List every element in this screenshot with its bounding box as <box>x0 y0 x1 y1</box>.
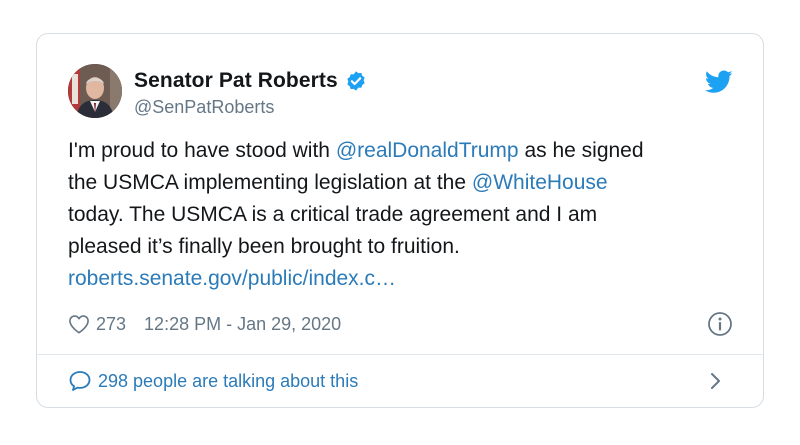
tweet-line: today. The USMCA is a critical trade agr… <box>68 203 598 226</box>
chevron-right-icon[interactable] <box>709 371 723 391</box>
display-name[interactable]: Senator Pat Roberts <box>134 69 338 93</box>
verified-badge-icon <box>345 70 367 92</box>
tweet-line: I'm proud to have stood with @realDonald… <box>68 135 748 167</box>
url-link[interactable]: roberts.senate.gov/public/index.c… <box>68 263 748 295</box>
info-icon[interactable] <box>707 311 733 337</box>
timestamp[interactable]: 12:28 PM - Jan 29, 2020 <box>144 314 341 335</box>
tweet-meta: 273 12:28 PM - Jan 29, 2020 <box>68 310 733 338</box>
twitter-bird-icon[interactable] <box>704 70 733 94</box>
tweet-text-segment: the USMCA implementing legislation at th… <box>68 171 472 194</box>
talking-count[interactable]: 298 people are talking about this <box>98 371 358 392</box>
heart-icon[interactable] <box>68 314 90 334</box>
like-count[interactable]: 273 <box>96 314 126 335</box>
tweet-line: the USMCA implementing legislation at th… <box>68 167 748 199</box>
speech-bubble-icon <box>68 370 92 392</box>
tweet-card[interactable]: Senator Pat Roberts @SenPatRoberts I'm p… <box>36 33 764 408</box>
conversation-link[interactable]: 298 people are talking about this <box>68 366 733 396</box>
avatar[interactable] <box>68 64 122 118</box>
tweet-text-segment: as he signed <box>518 139 644 162</box>
mention-link[interactable]: @WhiteHouse <box>472 171 608 194</box>
divider <box>37 354 763 355</box>
tweet-header: Senator Pat Roberts @SenPatRoberts <box>68 64 733 118</box>
mention-link[interactable]: @realDonaldTrump <box>336 139 519 162</box>
display-name-row: Senator Pat Roberts <box>134 68 367 94</box>
tweet-text: I'm proud to have stood with @realDonald… <box>68 135 748 295</box>
author-names: Senator Pat Roberts @SenPatRoberts <box>134 68 367 118</box>
user-handle[interactable]: @SenPatRoberts <box>134 97 367 118</box>
tweet-text-segment: I'm proud to have stood with <box>68 139 336 162</box>
tweet-line: pleased it’s finally been brought to fru… <box>68 235 460 258</box>
